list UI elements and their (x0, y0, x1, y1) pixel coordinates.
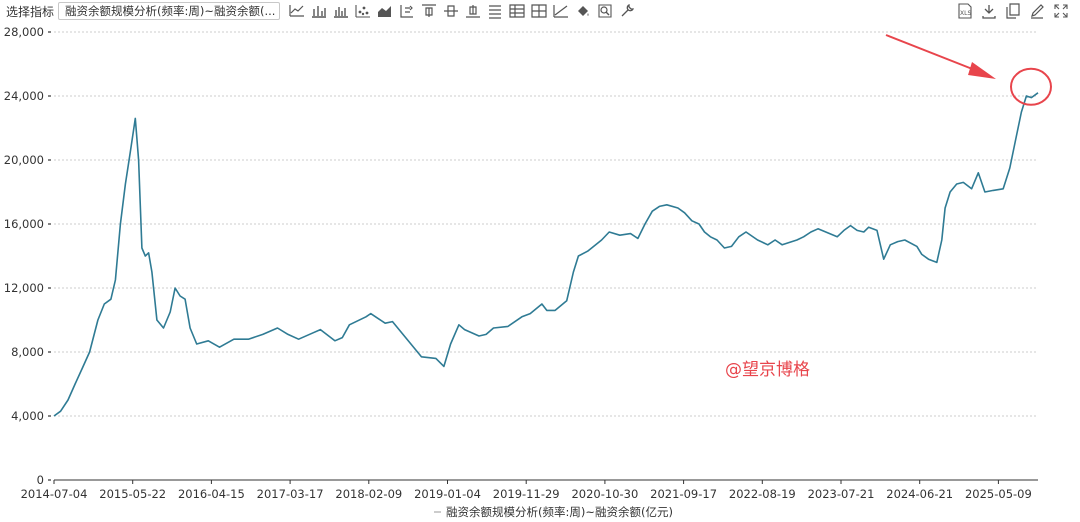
y-axis: 0 4,000 8,000 12,000 16,000 20,000 24,000 28,00… (4, 25, 51, 487)
x-tick-label: 2021-09-17 (650, 487, 717, 501)
x-tick-label: 2015-05-22 (99, 487, 166, 501)
y-tick-label: 8,000 (11, 345, 44, 359)
x-axis: 2014-07-04 2015-05-22 2016-04-15 2017-03-17… (21, 479, 1038, 501)
legend: 融资余额规模分析(频率:周)~融资余额(亿元) (434, 505, 673, 519)
x-tick-label: 2019-11-29 (493, 487, 560, 501)
arrow-head (968, 62, 996, 79)
annotation-arrow-and-circle (885, 34, 1052, 106)
line-chart: 0 4,000 8,000 12,000 16,000 20,000 24,000 28,00… (4, 25, 1052, 519)
y-tick-label: 4,000 (11, 409, 44, 423)
arrow-shaft (885, 34, 981, 73)
x-tick-label: 2025-05-09 (965, 487, 1032, 501)
x-tick-label: 2019-01-04 (414, 487, 481, 501)
grid-lines (54, 31, 1038, 417)
y-tick-label: 28,000 (4, 25, 44, 39)
highlight-circle (1010, 67, 1052, 106)
watermark-text: @望京博格 (725, 360, 810, 380)
legend-label: 融资余额规模分析(频率:周)~融资余额(亿元) (446, 505, 673, 519)
series-line (53, 92, 1039, 417)
x-tick-label: 2023-07-21 (808, 487, 875, 501)
y-tick-label: 12,000 (4, 281, 44, 295)
x-tick-label: 2018-02-09 (335, 487, 402, 501)
x-tick-label: 2024-06-21 (886, 487, 953, 501)
x-tick-label: 2016-04-15 (178, 487, 245, 501)
x-tick-label: 2020-10-30 (571, 487, 638, 501)
y-tick-label: 24,000 (4, 89, 44, 103)
y-tick-label: 20,000 (4, 153, 44, 167)
y-tick-label: 16,000 (4, 217, 44, 231)
x-tick-label: 2017-03-17 (257, 487, 324, 501)
x-tick-label: 2022-08-19 (729, 487, 796, 501)
y-tick-label: 0 (37, 473, 44, 487)
x-tick-label: 2014-07-04 (21, 487, 88, 501)
